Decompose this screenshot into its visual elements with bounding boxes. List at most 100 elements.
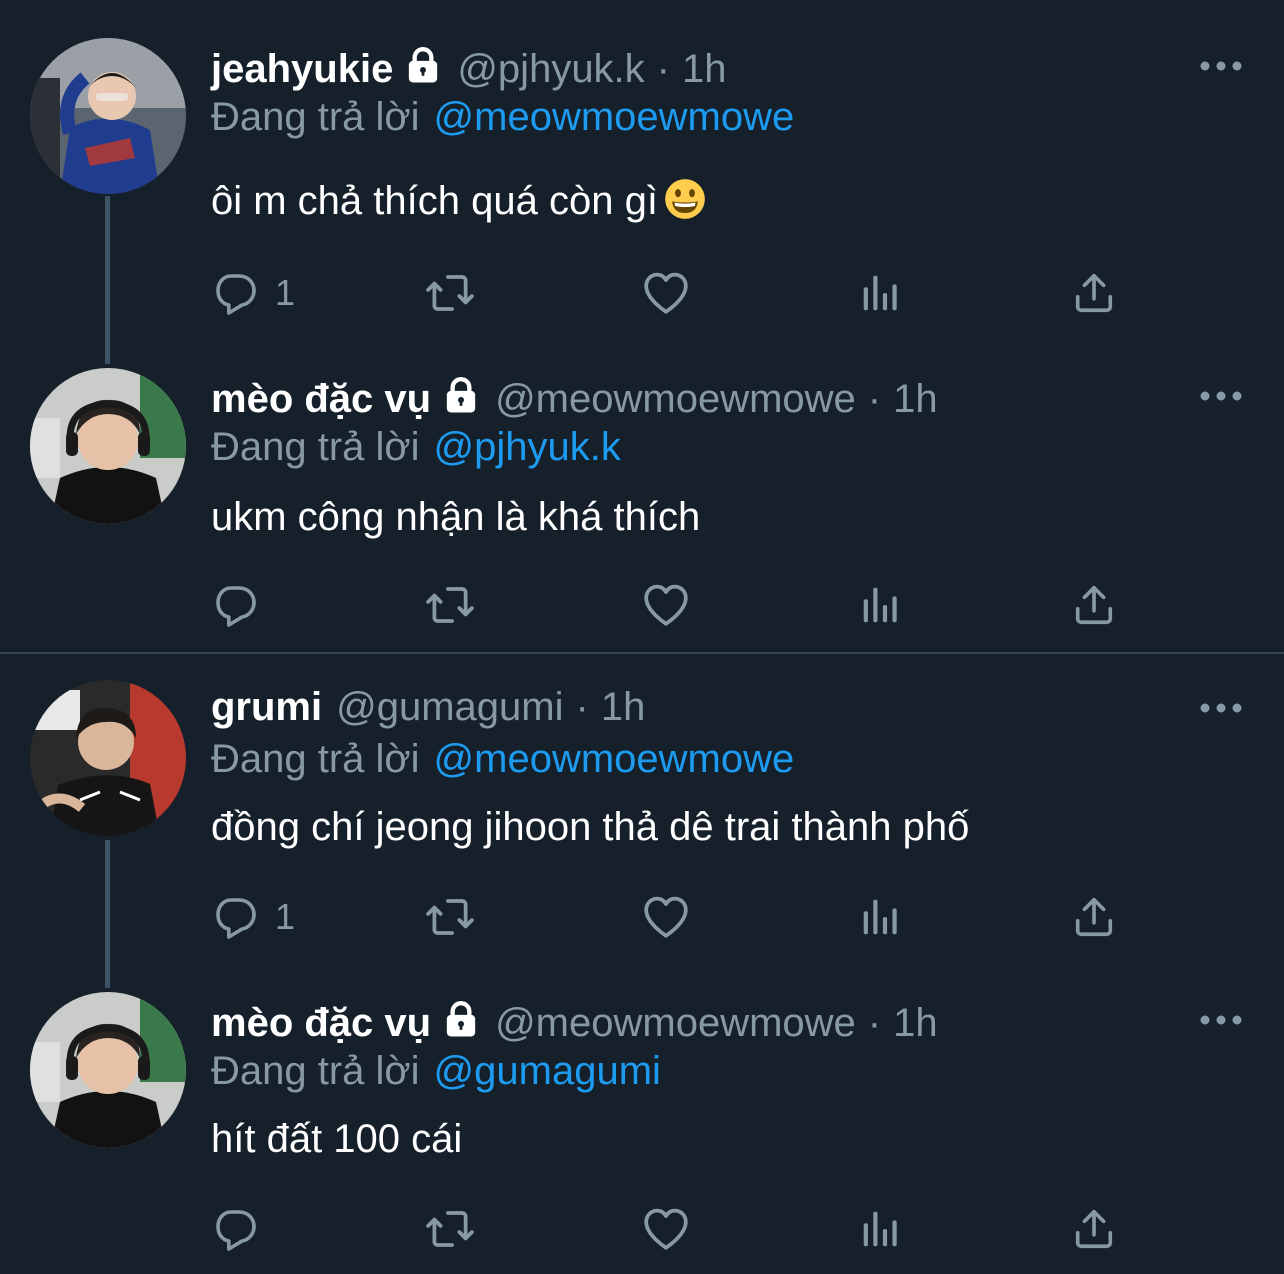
like-button[interactable] <box>641 580 691 630</box>
retweet-icon <box>425 1204 475 1254</box>
retweet-icon <box>425 580 475 630</box>
display-name[interactable]: grumi <box>211 682 322 732</box>
avatar[interactable] <box>30 680 186 836</box>
tweet-text-content: ukm công nhận là khá thích <box>211 495 701 539</box>
reply-button[interactable] <box>211 1204 275 1254</box>
tweet-text: hít đất 100 cái <box>211 1114 462 1164</box>
retweet-button[interactable] <box>425 268 475 318</box>
tweet-text-content: đồng chí jeong jihoon thả dê trai thành … <box>211 805 970 849</box>
user-handle[interactable]: @meowmoewmowe <box>495 998 856 1048</box>
like-icon <box>641 580 691 630</box>
replying-to-label: Đang trả lời <box>211 1049 420 1093</box>
replying-to-handle-link[interactable]: @meowmoewmowe <box>434 95 795 139</box>
more-options-icon[interactable] <box>1198 386 1244 406</box>
analytics-button[interactable] <box>857 580 903 630</box>
like-button[interactable] <box>641 268 691 318</box>
tweet[interactable]: mèo đặc vụ @meowmoewmowe · 1h Đang trả l… <box>0 340 1284 652</box>
tweet[interactable]: grumi @gumagumi · 1h Đang trả lời @meowmo… <box>0 654 1284 964</box>
reply-icon <box>211 893 259 941</box>
analytics-icon <box>857 270 903 316</box>
replying-to-label: Đang trả lời <box>211 737 420 781</box>
timestamp[interactable]: 1h <box>893 374 938 424</box>
like-icon <box>641 268 691 318</box>
user-avatar-photo-icon <box>30 38 186 194</box>
replying-to-handle-link[interactable]: @gumagumi <box>434 1049 661 1093</box>
display-name[interactable]: mèo đặc vụ <box>211 374 431 424</box>
share-icon <box>1071 270 1117 316</box>
more-options-icon[interactable] <box>1198 1010 1244 1030</box>
analytics-button[interactable] <box>857 268 903 318</box>
share-button[interactable] <box>1071 580 1117 630</box>
tweet-text-content: ôi m chả thích quá còn gì <box>211 179 658 223</box>
user-avatar-photo-icon <box>30 368 186 524</box>
reply-count: 1 <box>275 896 296 937</box>
reply-button[interactable] <box>211 580 275 630</box>
analytics-button[interactable] <box>857 892 903 942</box>
separator-dot: · <box>656 47 670 91</box>
tweet-actions <box>211 1204 1211 1254</box>
more-options-icon[interactable] <box>1198 698 1244 718</box>
avatar[interactable] <box>30 368 186 524</box>
reply-button[interactable]: 1 <box>211 268 295 318</box>
like-icon <box>641 892 691 942</box>
like-button[interactable] <box>641 1204 691 1254</box>
reply-count: 1 <box>275 272 296 313</box>
protected-lock-icon <box>441 374 481 416</box>
replying-to-handle-link[interactable]: @pjhyuk.k <box>434 425 621 469</box>
avatar[interactable] <box>30 992 186 1148</box>
grinning-face-icon <box>665 179 705 219</box>
replying-to: Đang trả lời @meowmoewmowe <box>211 734 794 784</box>
share-icon <box>1071 582 1117 628</box>
tweet-text-content: hít đất 100 cái <box>211 1117 463 1161</box>
share-icon <box>1071 894 1117 940</box>
replying-to: Đang trả lời @gumagumi <box>211 1046 661 1096</box>
reply-button[interactable]: 1 <box>211 892 295 942</box>
separator-dot: · <box>867 377 882 421</box>
display-name[interactable]: mèo đặc vụ <box>211 998 431 1048</box>
reply-icon <box>211 1205 259 1253</box>
user-avatar-photo-icon <box>30 992 186 1148</box>
separator-dot: · <box>867 1001 882 1045</box>
tweet-actions: 1 <box>211 892 1211 942</box>
tweet-text: đồng chí jeong jihoon thả dê trai thành … <box>211 802 969 852</box>
retweet-button[interactable] <box>425 1204 475 1254</box>
retweet-button[interactable] <box>425 580 475 630</box>
avatar[interactable] <box>30 38 186 194</box>
like-button[interactable] <box>641 892 691 942</box>
timestamp[interactable]: 1h <box>893 998 938 1048</box>
tweet-actions: 1 <box>211 268 1211 318</box>
retweet-icon <box>425 268 475 318</box>
reply-icon <box>211 269 259 317</box>
retweet-button[interactable] <box>425 892 475 942</box>
share-icon <box>1071 1206 1117 1252</box>
analytics-icon <box>857 582 903 628</box>
separator-dot: · <box>575 685 589 729</box>
tweet[interactable]: mèo đặc vụ @meowmoewmowe · 1h Đang trả l… <box>0 964 1284 1274</box>
user-handle[interactable]: @meowmoewmowe <box>495 374 856 424</box>
more-options-icon[interactable] <box>1198 56 1244 76</box>
replying-to: Đang trả lời @pjhyuk.k <box>211 422 621 472</box>
replying-to-label: Đang trả lời <box>211 95 420 139</box>
protected-lock-icon <box>403 44 443 86</box>
user-avatar-photo-icon <box>30 680 186 836</box>
display-name[interactable]: jeahyukie <box>211 44 393 94</box>
reply-icon <box>211 581 259 629</box>
share-button[interactable] <box>1071 892 1117 942</box>
timestamp[interactable]: 1h <box>682 44 727 94</box>
retweet-icon <box>425 892 475 942</box>
replying-to-label: Đang trả lời <box>211 425 420 469</box>
user-handle[interactable]: @pjhyuk.k <box>457 44 644 94</box>
share-button[interactable] <box>1071 1204 1117 1254</box>
tweet-text: ukm công nhận là khá thích <box>211 492 700 542</box>
tweet-actions <box>211 580 1211 630</box>
timestamp[interactable]: 1h <box>601 682 646 732</box>
analytics-icon <box>857 1206 903 1252</box>
share-button[interactable] <box>1071 268 1117 318</box>
replying-to: Đang trả lời @meowmoewmowe <box>211 92 794 142</box>
tweet[interactable]: jeahyukie @pjhyuk.k · 1h Đang trả lời @me… <box>0 0 1284 340</box>
replying-to-handle-link[interactable]: @meowmoewmowe <box>434 737 795 781</box>
analytics-icon <box>857 894 903 940</box>
like-icon <box>641 1204 691 1254</box>
analytics-button[interactable] <box>857 1204 903 1254</box>
user-handle[interactable]: @gumagumi <box>336 682 563 732</box>
